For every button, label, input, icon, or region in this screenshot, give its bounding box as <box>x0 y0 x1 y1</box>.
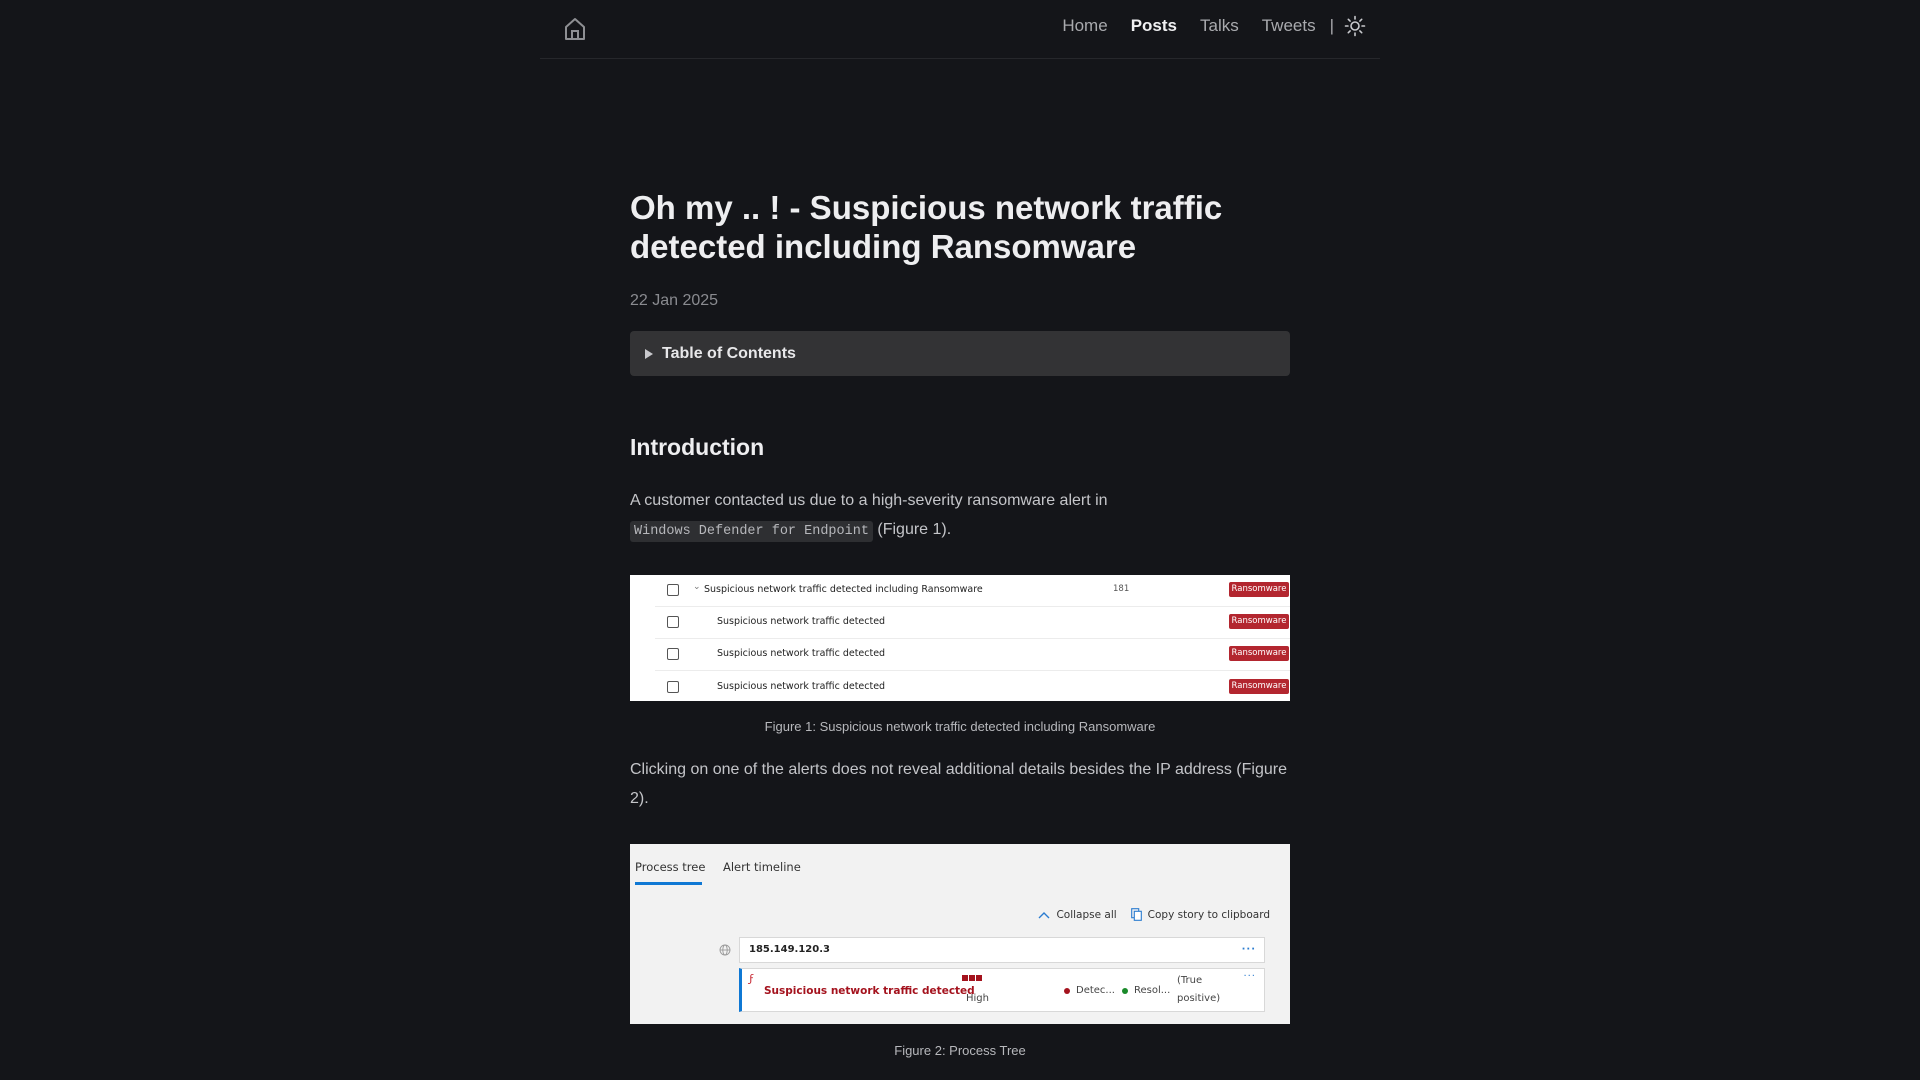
severity-label: High <box>966 993 989 1004</box>
checkbox[interactable] <box>667 648 679 660</box>
status-dot-red <box>1064 987 1070 994</box>
globe-icon <box>719 941 731 960</box>
alert-row: ⌄ Suspicious network traffic detected in… <box>655 575 1290 607</box>
tab-process-tree[interactable]: Process tree <box>635 860 705 874</box>
nav-separator: | <box>1329 16 1334 35</box>
home-icon[interactable] <box>562 16 588 42</box>
ip-address: 185.149.120.3 <box>749 944 830 955</box>
ip-address-node[interactable]: 185.149.120.3 ··· <box>739 937 1265 963</box>
copy-icon <box>1130 908 1142 921</box>
process-tree-actions: Collapse all Copy story to clipboard <box>1038 908 1270 921</box>
alert-title: Suspicious network traffic detected incl… <box>704 584 983 595</box>
chevron-down-icon[interactable]: ⌄ <box>693 582 701 592</box>
chevron-up-icon <box>1038 911 1050 918</box>
inline-code: Windows Defender for Endpoint <box>630 521 873 542</box>
ransomware-tag: Ransomware <box>1229 582 1289 597</box>
paragraph-2: Clicking on one of the alerts does not r… <box>630 761 1287 807</box>
collapse-all-button[interactable]: Collapse all <box>1038 908 1117 921</box>
main-nav: Home Posts Talks Tweets | <box>1039 0 1368 52</box>
alert-row: Suspicious network traffic detected Rans… <box>655 639 1290 671</box>
intro-paragraph: A customer contacted us due to a high-se… <box>630 486 1290 546</box>
nav-home[interactable]: Home <box>1062 16 1107 36</box>
figure-2-process-tree: Process tree Alert timeline Collapse all… <box>630 844 1290 1024</box>
ransomware-tag: Ransomware <box>1229 679 1289 694</box>
ransomware-tag: Ransomware <box>1229 614 1289 629</box>
alert-row: Suspicious network traffic detected Rans… <box>655 607 1290 639</box>
resolved-status: Resol... <box>1122 985 1170 996</box>
alert-node-title: Suspicious network traffic detected <box>764 985 975 997</box>
intro-suffix: (Figure 1). <box>872 521 952 538</box>
sun-icon[interactable] <box>1344 14 1368 38</box>
lightning-icon: ϝ <box>749 972 755 985</box>
figure-1-caption: Figure 1: Suspicious network traffic det… <box>764 719 1156 734</box>
section-heading-introduction: Introduction <box>630 434 765 460</box>
checkbox[interactable] <box>667 584 679 596</box>
alert-title: Suspicious network traffic detected <box>717 648 886 659</box>
alert-node[interactable]: ϝ Suspicious network traffic detected Hi… <box>739 968 1265 1012</box>
figure-1-alert-list: ⌄ Suspicious network traffic detected in… <box>630 575 1290 701</box>
table-of-contents-toggle[interactable]: Table of Contents <box>630 331 1290 376</box>
tab-alert-timeline[interactable]: Alert timeline <box>723 860 801 874</box>
status-dot-green <box>1122 987 1128 994</box>
more-options-icon[interactable]: ··· <box>1243 971 1256 982</box>
toc-label: Table of Contents <box>662 344 796 362</box>
classification: (True positive) <box>1177 975 1221 1004</box>
alert-row: Suspicious network traffic detected Rans… <box>655 672 1290 701</box>
intro-text: A customer contacted us due to a high-se… <box>630 492 1108 509</box>
post-title: Oh my .. ! - Suspicious network traffic … <box>630 189 1223 265</box>
figure-2-caption: Figure 2: Process Tree <box>894 1043 1026 1058</box>
active-tab-indicator <box>635 882 702 885</box>
site-header: Home Posts Talks Tweets | <box>540 0 1380 59</box>
nav-tweets[interactable]: Tweets <box>1262 16 1316 36</box>
post-date: 22 Jan 2025 <box>630 292 719 309</box>
alert-title: Suspicious network traffic detected <box>717 616 886 627</box>
ransomware-tag: Ransomware <box>1229 646 1289 661</box>
nav-talks[interactable]: Talks <box>1200 16 1239 36</box>
more-options-icon[interactable]: ··· <box>1242 938 1256 962</box>
alert-count: 181 <box>1113 584 1130 594</box>
detection-status: Detec... <box>1064 985 1115 996</box>
copy-story-button[interactable]: Copy story to clipboard <box>1130 908 1270 921</box>
checkbox[interactable] <box>667 616 679 628</box>
nav-posts[interactable]: Posts <box>1131 16 1177 36</box>
triangle-right-icon <box>645 348 653 359</box>
checkbox[interactable] <box>667 681 679 693</box>
alert-title: Suspicious network traffic detected <box>717 681 886 692</box>
severity-bars-icon <box>962 975 982 981</box>
